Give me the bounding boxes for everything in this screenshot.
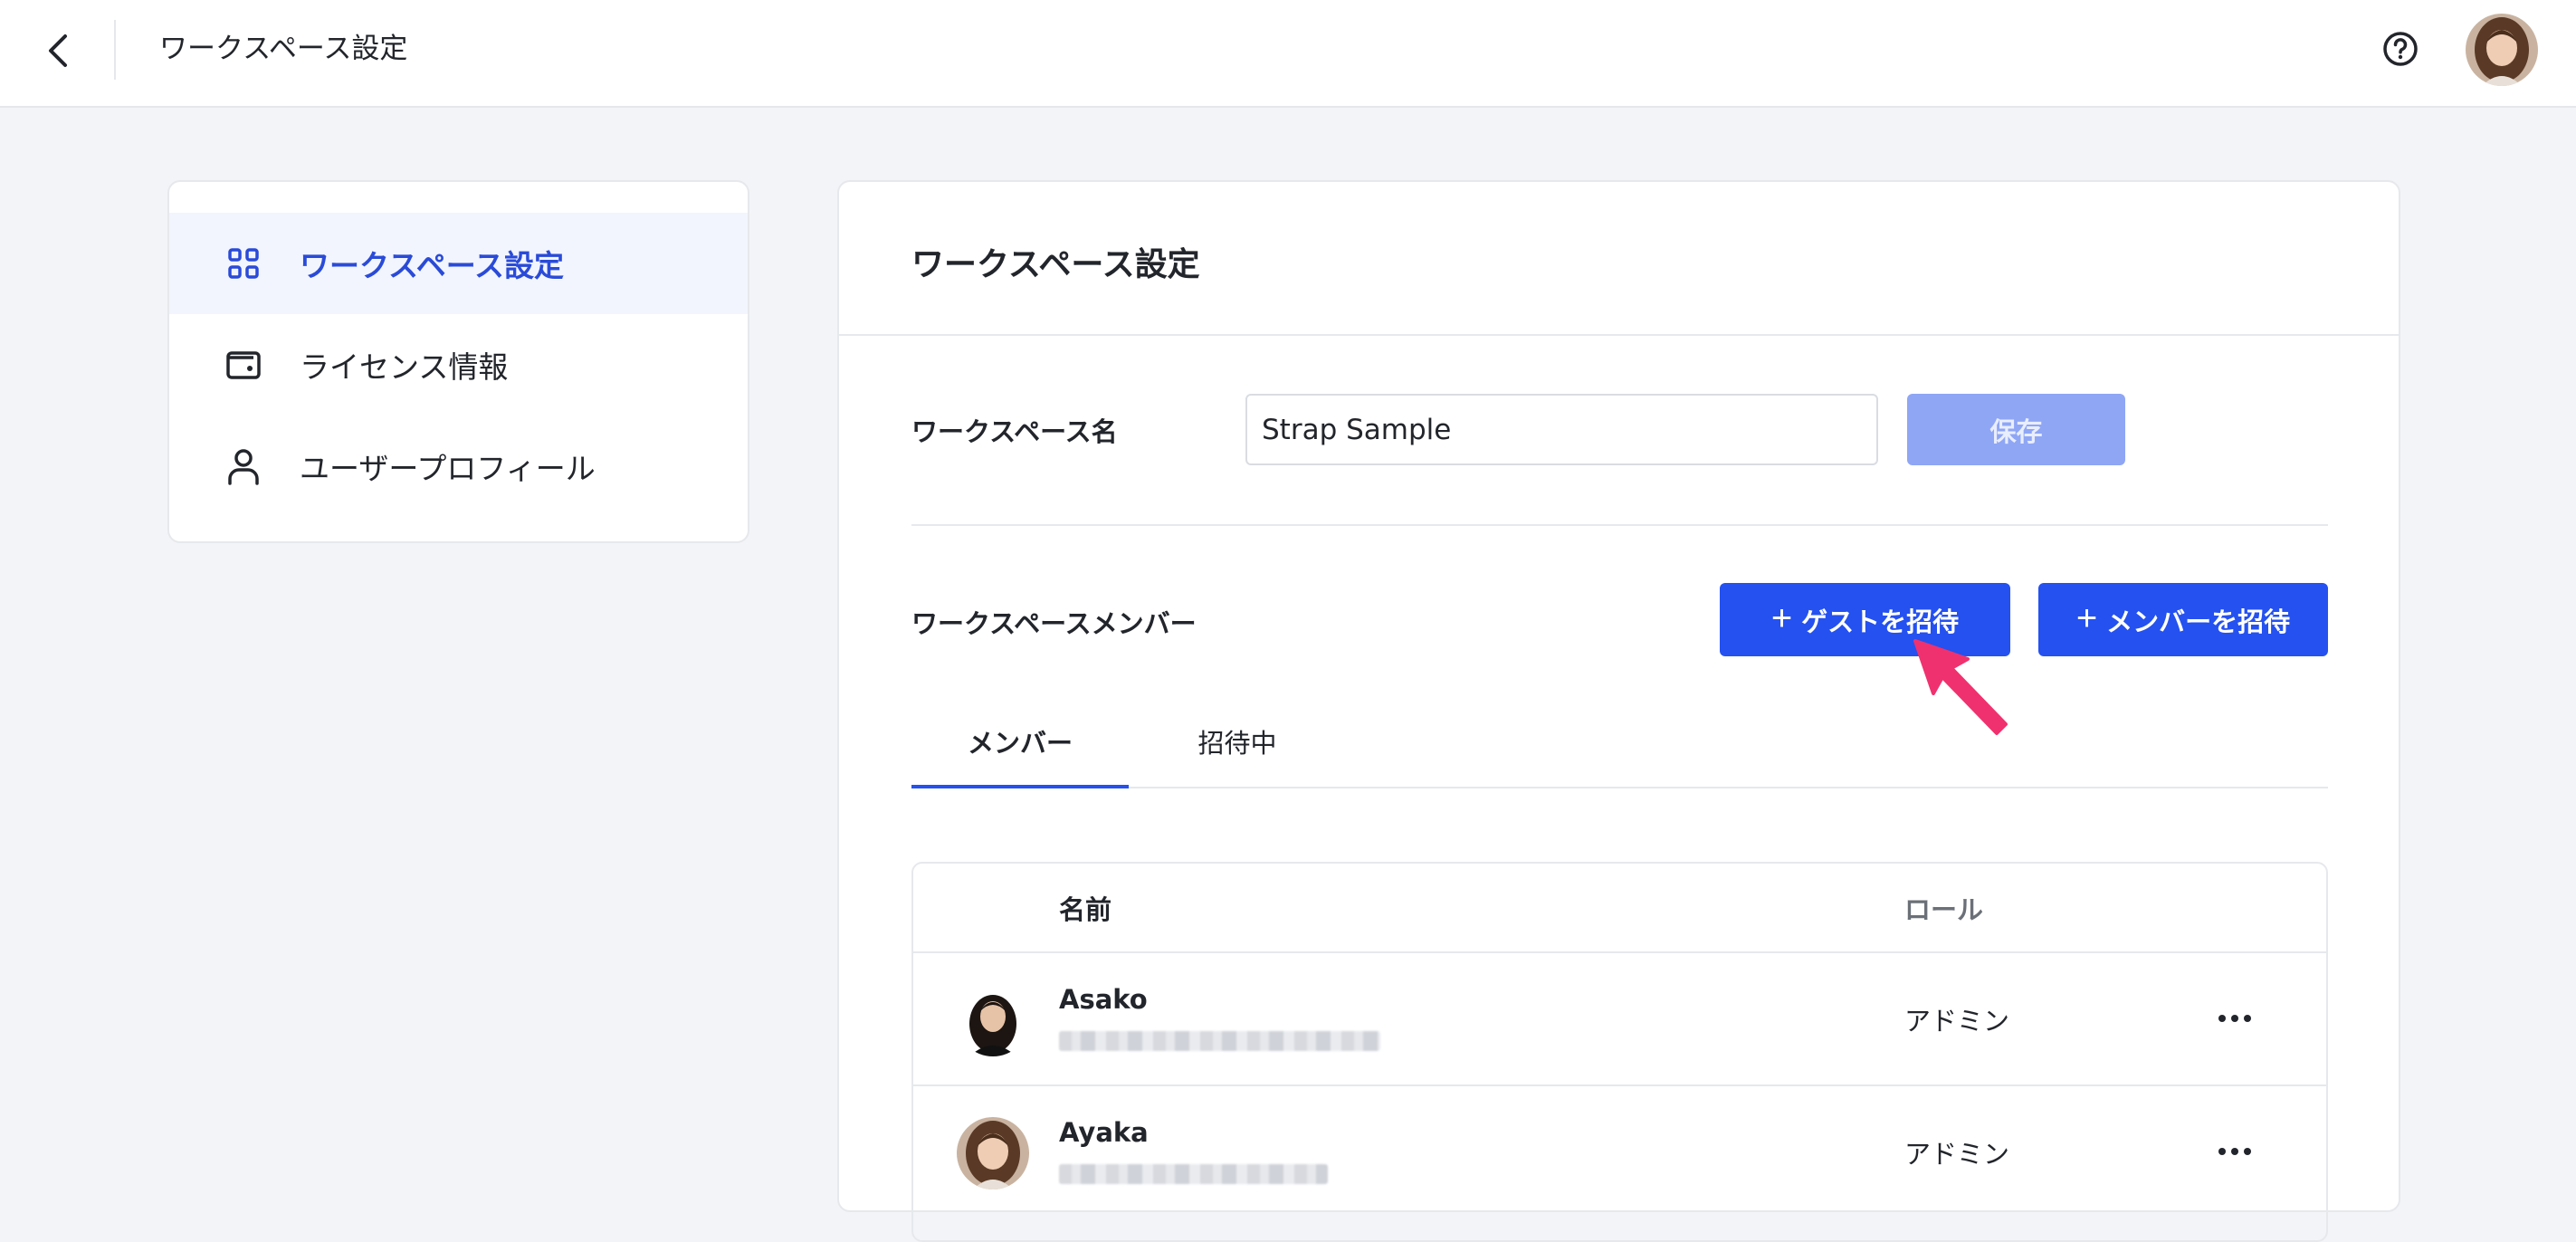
member-role: アドミン: [1904, 1139, 2010, 1170]
row-more-button[interactable]: [2208, 1132, 2262, 1171]
top-bar-divider: [114, 20, 116, 80]
plus-icon: +: [1770, 597, 1793, 638]
member-role: アドミン: [1904, 1006, 2010, 1037]
sidebar-item-label: ワークスペース設定: [300, 248, 565, 283]
wallet-icon: [226, 351, 261, 379]
member-name: Ayaka: [1059, 1117, 1149, 1148]
avatar-photo-icon: [957, 984, 1029, 1056]
member-name: Asako: [1059, 984, 1148, 1015]
question-circle-icon: [2383, 32, 2418, 66]
annotation-arrow-icon: [1913, 639, 2008, 735]
workspace-name-label: ワークスペース名: [911, 416, 1118, 447]
help-button[interactable]: [2380, 29, 2420, 69]
more-dot: [2231, 1148, 2238, 1155]
sidebar-item-label: ユーザープロフィール: [300, 451, 596, 486]
invite-member-label: メンバーを招待: [2106, 607, 2291, 637]
tab-members[interactable]: メンバー: [911, 694, 1129, 788]
more-dot: [2244, 1015, 2251, 1022]
more-dot: [2231, 1015, 2238, 1022]
more-dot: [2244, 1148, 2251, 1155]
table-row: Asako アドミン: [913, 951, 2326, 1084]
member-tabs: メンバー 招待中: [911, 694, 2328, 788]
grid-icon: [228, 248, 259, 279]
tab-label: メンバー: [967, 728, 1073, 759]
avatar-photo-icon: [2466, 14, 2538, 86]
save-button[interactable]: 保存: [1907, 394, 2125, 465]
member-avatar: [957, 1117, 1029, 1189]
chevron-left-icon: [49, 34, 67, 67]
back-button[interactable]: [34, 27, 81, 74]
column-header-role: ロール: [1904, 893, 1984, 925]
invite-member-button[interactable]: + メンバーを招待: [2038, 583, 2328, 656]
panel-header-divider: [839, 334, 2399, 336]
column-header-name: 名前: [1059, 893, 1112, 925]
panel-title: ワークスペース設定: [911, 246, 1200, 283]
workspace-settings-panel: ワークスペース設定 ワークスペース名 保存 ワークスペースメンバー + ゲストを…: [837, 180, 2400, 1242]
member-email-blurred: [1059, 1031, 1380, 1051]
avatar-photo-icon: [957, 1117, 1029, 1189]
user-icon: [228, 449, 259, 485]
settings-sidebar: ワークスペース設定 ライセンス情報 ユーザープロフィール: [167, 180, 749, 543]
table-row: Ayaka アドミン: [913, 1084, 2326, 1218]
plus-icon: +: [2075, 597, 2098, 638]
member-avatar: [957, 984, 1029, 1056]
sidebar-item-label: ライセンス情報: [300, 349, 509, 385]
sidebar-item-workspace-settings[interactable]: ワークスペース設定: [169, 213, 748, 314]
user-avatar[interactable]: [2466, 14, 2538, 86]
more-horizontal-icon: [2218, 1148, 2226, 1155]
tab-label: 招待中: [1197, 728, 1277, 759]
row-more-button[interactable]: [2208, 998, 2262, 1038]
tab-pending-invites[interactable]: 招待中: [1129, 694, 1346, 788]
sidebar-item-license-info[interactable]: ライセンス情報: [169, 314, 748, 416]
member-email-blurred: [1059, 1164, 1328, 1184]
workspace-members-label: ワークスペースメンバー: [911, 608, 1197, 639]
workspace-name-input[interactable]: [1245, 394, 1878, 465]
sidebar-item-user-profile[interactable]: ユーザープロフィール: [169, 416, 748, 517]
members-table: 名前 ロール Asako アドミン Ayaka アドミン: [911, 862, 2328, 1242]
top-bar: ワークスペース設定: [0, 0, 2576, 108]
more-horizontal-icon: [2218, 1015, 2226, 1022]
section-divider: [911, 524, 2328, 526]
page-title: ワークスペース設定: [159, 33, 408, 65]
